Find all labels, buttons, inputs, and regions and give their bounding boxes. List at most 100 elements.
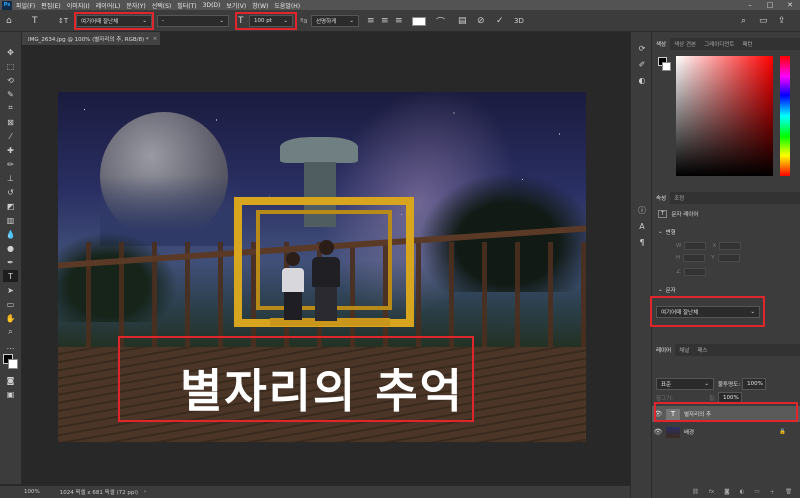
visibility-eye-icon[interactable]: 👁 — [652, 428, 664, 436]
folder-icon[interactable]: ▭ — [754, 489, 759, 495]
path-select-tool-icon[interactable]: ➤ — [3, 284, 18, 296]
trash-icon[interactable]: 🗑 — [785, 489, 792, 495]
paragraph-panel-icon[interactable]: ¶ — [636, 236, 648, 248]
commit-edit-icon[interactable]: ✓ — [496, 13, 504, 29]
menu-layer[interactable]: 레이어(L) — [96, 1, 121, 10]
collapse-icon[interactable]: ⌄ — [658, 287, 663, 293]
zoom-tool-icon[interactable]: ⌕ — [3, 326, 18, 338]
opacity-field[interactable]: 100% — [742, 378, 767, 390]
move-tool-icon[interactable]: ✥ — [3, 46, 18, 58]
healing-brush-tool-icon[interactable]: ✚ — [3, 144, 18, 156]
menu-select[interactable]: 선택(S) — [152, 1, 172, 10]
screen-mode-icon[interactable]: ▣ — [3, 388, 18, 400]
height-field[interactable] — [683, 254, 706, 262]
antialias-select[interactable]: 선명하게 ⌄ — [311, 15, 359, 27]
foreground-background-colors[interactable] — [3, 354, 19, 370]
link-layers-icon[interactable]: ⛓ — [692, 489, 699, 495]
document-tab-title: IMG_2634.jpg @ 100% (별자리의 추, RGB/8) * — [28, 36, 149, 43]
text-color-swatch[interactable] — [412, 16, 426, 26]
fx-icon[interactable]: fx — [709, 489, 714, 495]
character-panel-icon[interactable]: ▤ — [458, 13, 467, 29]
close-tab-icon[interactable]: × — [153, 36, 158, 42]
menu-file[interactable]: 파일(F) — [16, 1, 35, 10]
search-icon[interactable]: ⌕ — [741, 13, 746, 29]
color-panel-swatches[interactable] — [658, 57, 671, 71]
dodge-tool-icon[interactable]: ● — [3, 242, 18, 254]
eyedropper-tool-icon[interactable]: ⁄ — [3, 130, 18, 142]
crop-tool-icon[interactable]: ⌗ — [3, 102, 18, 114]
collapse-icon[interactable]: ⌄ — [658, 229, 663, 235]
home-icon[interactable]: ⌂ — [6, 13, 12, 29]
chevron-down-icon: ⌄ — [704, 381, 709, 387]
menu-image[interactable]: 이미지(I) — [67, 1, 90, 10]
blur-tool-icon[interactable]: 💧 — [3, 228, 18, 240]
menu-3d[interactable]: 3D(D) — [203, 2, 221, 9]
tab-swatches[interactable]: 색상 견본 — [670, 40, 700, 50]
angle-field[interactable] — [683, 268, 706, 276]
minimize-icon[interactable]: – — [740, 0, 760, 10]
maximize-icon[interactable]: □ — [760, 0, 780, 10]
hue-slider[interactable] — [780, 56, 790, 176]
zoom-level[interactable]: 100% — [24, 489, 40, 495]
close-icon[interactable]: ✕ — [780, 0, 800, 10]
tab-layers[interactable]: 레이어 — [652, 344, 676, 356]
frame-tool-icon[interactable]: ⊠ — [3, 116, 18, 128]
text-orientation-icon[interactable]: ↕T — [58, 13, 68, 29]
menu-window[interactable]: 창(W) — [252, 1, 268, 10]
align-left-icon[interactable]: ≡ — [367, 13, 375, 29]
quick-select-tool-icon[interactable]: ✎ — [3, 88, 18, 100]
new-layer-icon[interactable]: ＋ — [770, 488, 776, 496]
tab-adjustments[interactable]: 조정 — [670, 194, 688, 204]
tab-gradients[interactable]: 그레이디언트 — [700, 40, 738, 50]
tab-paths[interactable]: 패스 — [693, 346, 711, 356]
chevron-right-icon[interactable]: › — [144, 489, 146, 495]
x-field[interactable] — [719, 242, 742, 250]
font-style-select[interactable]: - ⌄ — [157, 15, 229, 27]
marquee-tool-icon[interactable]: ⬚ — [3, 60, 18, 72]
cancel-edit-icon[interactable]: ⊘ — [477, 13, 485, 29]
quick-mask-icon[interactable]: ◙ — [3, 374, 18, 386]
lasso-tool-icon[interactable]: ⟲ — [3, 74, 18, 86]
warp-text-icon[interactable]: ⌒ — [436, 13, 445, 29]
menu-type[interactable]: 문자(Y) — [126, 1, 145, 10]
more-tools-icon[interactable]: … — [3, 340, 18, 352]
menu-edit[interactable]: 편집(E) — [41, 1, 61, 10]
align-right-icon[interactable]: ≡ — [395, 13, 403, 29]
text-layer-icon: T — [658, 210, 668, 218]
share-icon[interactable]: ⇪ — [778, 13, 786, 29]
tab-properties[interactable]: 속성 — [652, 192, 671, 204]
info-panel-icon[interactable]: ⓘ — [636, 204, 648, 216]
history-panel-icon[interactable]: ⟳ — [636, 42, 648, 54]
tab-channels[interactable]: 채널 — [675, 346, 693, 356]
mask-icon[interactable]: ◙ — [724, 489, 729, 495]
type-tool-preset-icon[interactable]: T — [32, 13, 38, 29]
menu-view[interactable]: 보기(V) — [226, 1, 246, 10]
character-panel-icon[interactable]: A — [636, 220, 648, 232]
tab-patterns[interactable]: 패턴 — [739, 40, 757, 50]
brush-tool-icon[interactable]: ✏ — [3, 158, 18, 170]
rectangle-tool-icon[interactable]: ▭ — [3, 298, 18, 310]
menu-filter[interactable]: 필터(T) — [177, 1, 196, 10]
eraser-tool-icon[interactable]: ◩ — [3, 200, 18, 212]
align-center-icon[interactable]: ≡ — [381, 13, 389, 29]
y-field[interactable] — [717, 254, 740, 262]
workspace-icon[interactable]: ▭ — [759, 13, 768, 29]
menu-help[interactable]: 도움말(H) — [274, 1, 300, 10]
pen-tool-icon[interactable]: ✒ — [3, 256, 18, 268]
hand-tool-icon[interactable]: ✋ — [3, 312, 18, 324]
adjustments-icon[interactable]: ◐ — [636, 74, 648, 86]
brush-settings-icon[interactable]: ✐ — [636, 58, 648, 70]
document-tab[interactable]: IMG_2634.jpg @ 100% (별자리의 추, RGB/8) * × — [22, 32, 160, 45]
tab-color[interactable]: 색상 — [652, 38, 671, 50]
gradient-tool-icon[interactable]: ▥ — [3, 214, 18, 226]
history-brush-tool-icon[interactable]: ↺ — [3, 186, 18, 198]
3d-icon[interactable]: 3D — [514, 13, 524, 29]
color-picker-field[interactable] — [676, 56, 773, 176]
type-tool-icon[interactable]: T — [3, 270, 18, 282]
layer-row-background[interactable]: 👁 배경 🔒 — [652, 424, 800, 440]
blend-mode-select[interactable]: 표준 ⌄ — [656, 378, 714, 390]
adjustment-layer-icon[interactable]: ◐ — [740, 489, 745, 495]
width-field[interactable] — [684, 242, 707, 250]
clone-stamp-tool-icon[interactable]: ⊥ — [3, 172, 18, 184]
highlight-overlay-text — [118, 336, 474, 422]
